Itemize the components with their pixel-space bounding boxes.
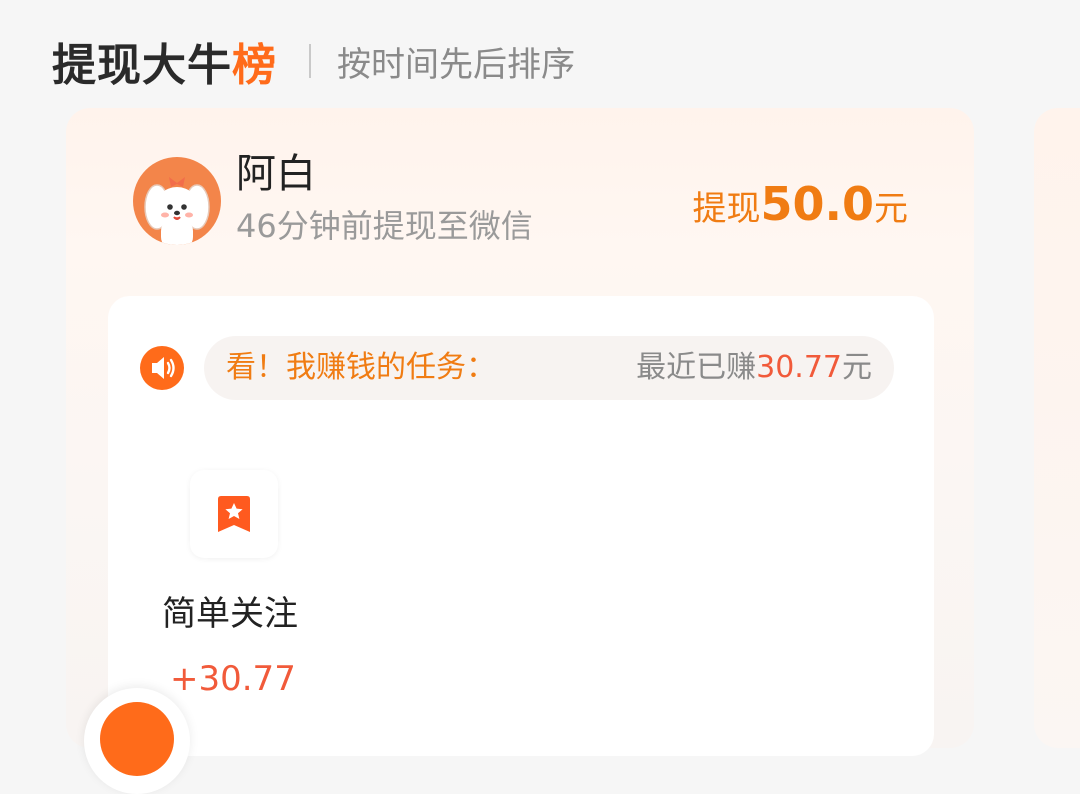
withdraw-label: 提现 — [692, 189, 761, 229]
withdraw-unit: 元 — [874, 189, 908, 229]
avatar[interactable] — [133, 157, 221, 245]
task-name: 简单关注 — [162, 594, 298, 634]
recent-earning-summary: 最近已赚30.77元 — [636, 346, 872, 390]
bookmark-star-icon — [218, 496, 250, 532]
sort-order-label: 按时间先后排序 — [337, 44, 575, 85]
next-record-card[interactable] — [1034, 108, 1080, 748]
header-divider — [309, 44, 311, 78]
page-title-accent: 榜 — [232, 40, 277, 91]
withdraw-amount-display: 提现 50.0 元 — [693, 176, 909, 237]
notice-label: 看！我赚钱的任务： — [226, 350, 496, 385]
recent-earning-amount: 30.77 — [756, 350, 842, 385]
withdraw-amount: 50.0 — [760, 177, 875, 231]
page-title: 提现大牛榜 — [52, 29, 277, 93]
puppy-avatar-icon — [144, 177, 210, 245]
withdraw-time-info: 46分钟前提现至微信 — [236, 207, 533, 245]
speaker-icon — [140, 346, 184, 390]
page-header: 提现大牛榜 按时间先后排序 — [52, 26, 575, 96]
page-title-main: 提现大牛 — [52, 40, 232, 91]
floating-action-icon — [100, 702, 174, 776]
task-earning: +30.77 — [170, 659, 296, 699]
recent-earning-prefix: 最近已赚 — [636, 350, 757, 385]
user-name: 阿白 — [236, 151, 316, 197]
recent-earning-unit: 元 — [842, 350, 872, 385]
